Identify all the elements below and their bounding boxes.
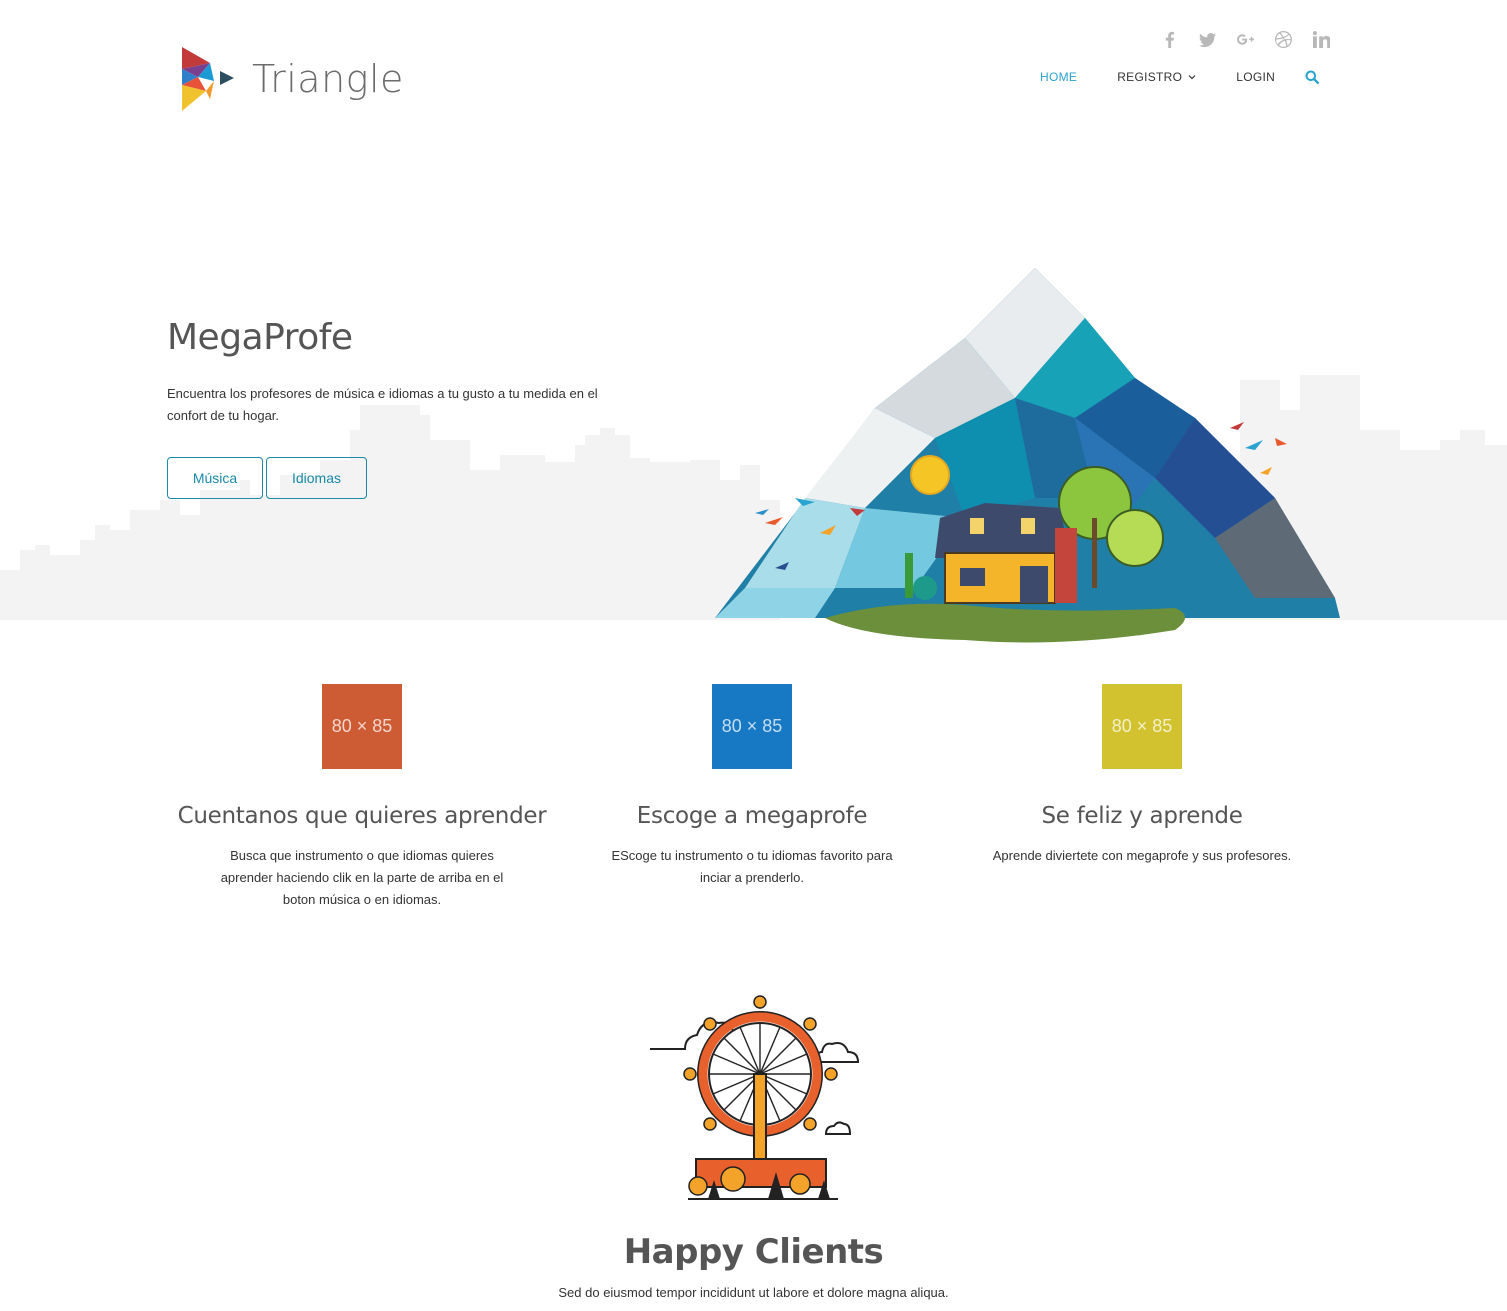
nav-login[interactable]: LOGIN [1236, 70, 1275, 84]
facebook-icon[interactable] [1150, 28, 1188, 50]
search-icon[interactable] [1305, 70, 1320, 84]
feature-3-text: Aprende diviertete con megaprofe y sus p… [992, 848, 1292, 863]
feature-2: 80 × 85 Escoge a megaprofe EScoge tu ins… [557, 684, 947, 911]
hero-section: MegaProfe Encuentra los profesores de mú… [0, 200, 1507, 643]
triangle-logo-icon [182, 47, 234, 111]
chevron-down-icon [1188, 75, 1196, 80]
social-links [1150, 28, 1340, 50]
brand-name: Triangle [252, 57, 404, 101]
feature-2-title: Escoge a megaprofe [636, 803, 868, 829]
feature-1: 80 × 85 Cuentanos que quieres aprender B… [167, 684, 557, 911]
happy-clients-title: Happy Clients [623, 1232, 884, 1272]
brand-logo[interactable]: Triangle [180, 47, 404, 111]
musica-button[interactable]: Música [167, 457, 263, 499]
feature-2-image-placeholder: 80 × 85 [712, 684, 792, 769]
main-nav: HOME REGISTRO LOGIN [1040, 70, 1320, 84]
nav-registro[interactable]: REGISTRO [1117, 70, 1196, 84]
feature-3-title: Se feliz y aprende [1041, 803, 1243, 829]
dribbble-icon[interactable] [1264, 28, 1302, 50]
nav-home[interactable]: HOME [1040, 70, 1077, 84]
feature-1-text: Busca que instrumento o que idiomas quie… [220, 848, 504, 907]
hero-title: MegaProfe [167, 317, 353, 358]
feature-1-title: Cuentanos que quieres aprender [177, 803, 547, 829]
google-plus-icon[interactable] [1226, 28, 1264, 50]
hero-description: Encuentra los profesores de música e idi… [167, 386, 598, 423]
linkedin-icon[interactable] [1302, 28, 1340, 50]
feature-2-text: EScoge tu instrumento o tu idiomas favor… [611, 848, 893, 885]
features-section: 80 × 85 Cuentanos que quieres aprender B… [167, 684, 1337, 911]
happy-clients-subtitle: Sed do eiusmod tempor incididunt ut labo… [558, 1285, 949, 1300]
twitter-icon[interactable] [1188, 28, 1226, 50]
feature-3: 80 × 85 Se feliz y aprende Aprende divie… [947, 684, 1337, 911]
feature-3-image-placeholder: 80 × 85 [1102, 684, 1182, 769]
idiomas-button[interactable]: Idiomas [266, 457, 367, 499]
mountain-house-illustration [715, 268, 1340, 643]
feature-1-image-placeholder: 80 × 85 [322, 684, 402, 769]
ferris-wheel-illustration [650, 995, 860, 1200]
hero-buttons: Música Idiomas [167, 457, 367, 499]
nav-registro-label: REGISTRO [1117, 70, 1183, 84]
